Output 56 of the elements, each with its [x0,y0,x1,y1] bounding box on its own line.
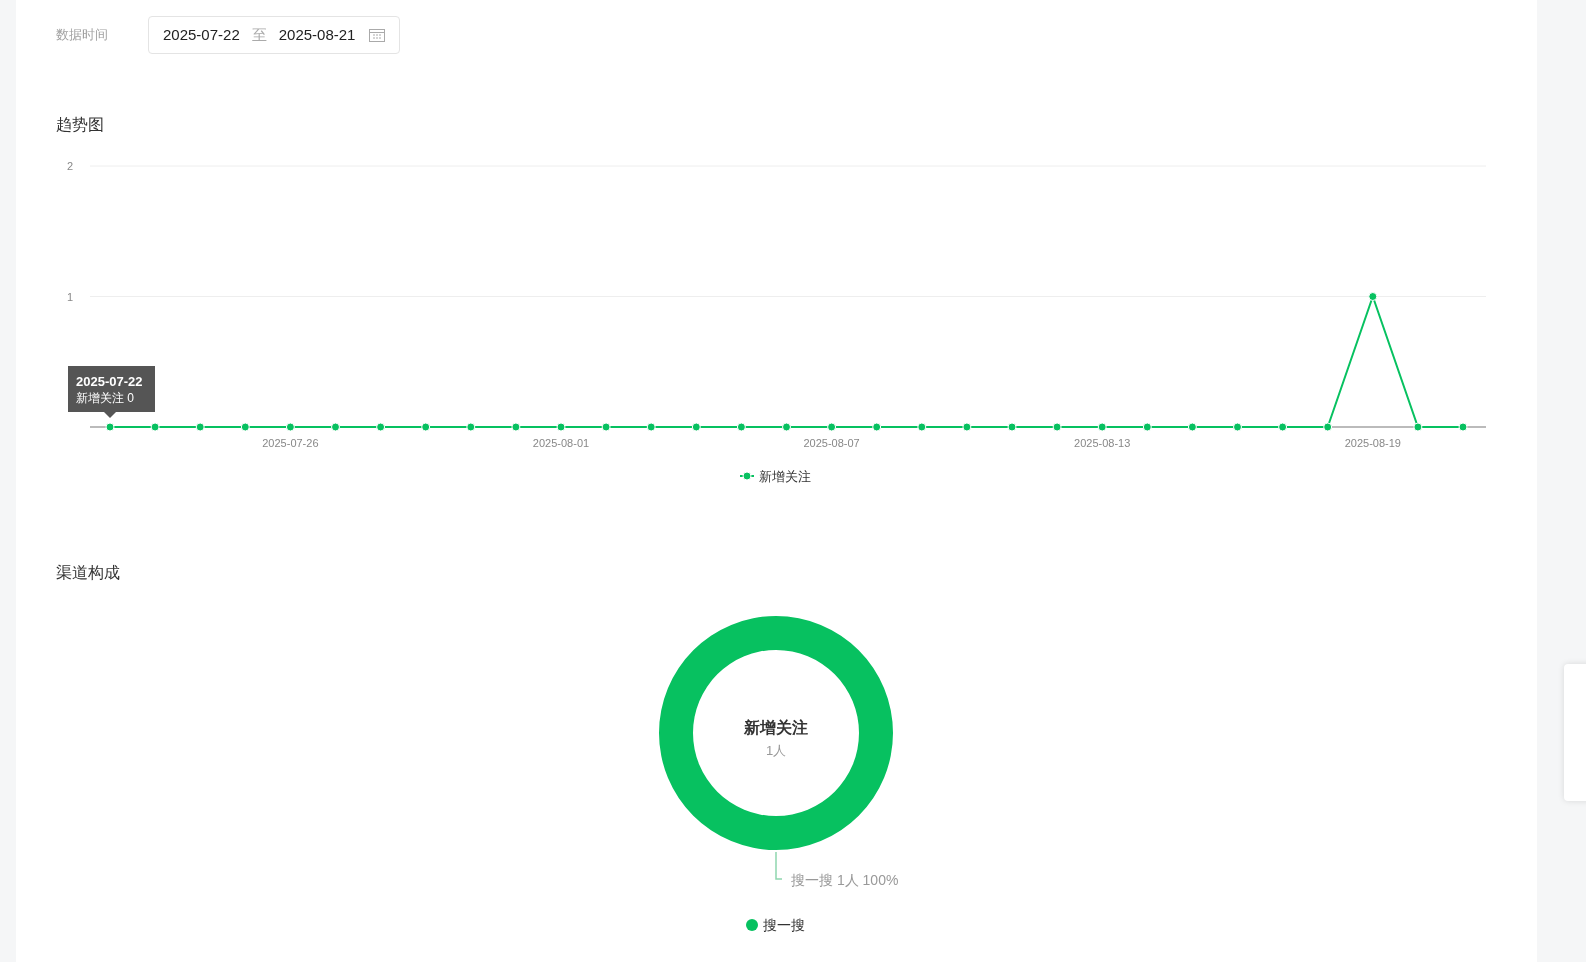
data-point[interactable] [466,422,476,432]
date-range-field[interactable]: 2025-07-22 至 2025-08-21 [148,16,401,54]
data-point[interactable] [105,422,115,432]
data-point[interactable] [1007,422,1017,432]
data-point[interactable] [421,422,431,432]
data-point[interactable] [240,422,250,432]
data-point[interactable] [511,422,521,432]
data-point[interactable] [691,422,701,432]
data-point[interactable] [556,422,566,432]
y-tick-label: 1 [66,290,73,303]
data-point[interactable] [1233,422,1242,432]
data-point[interactable] [1052,422,1062,432]
section-title: 渠道构成 [55,563,121,583]
data-point[interactable] [1187,422,1197,432]
x-tick-label: 2025-08-01 [532,437,590,449]
data-point[interactable] [195,422,205,432]
data-point[interactable] [917,422,927,432]
data-point[interactable] [1142,422,1152,432]
data-point[interactable] [962,422,972,432]
data-point[interactable] [1368,292,1378,301]
data-point[interactable] [601,422,611,432]
range-separator: 至 [251,24,267,45]
slice-label: 搜一搜 1人 100% [791,872,899,888]
data-point[interactable] [1097,422,1107,432]
data-point[interactable] [1278,422,1288,432]
data-point[interactable] [872,422,882,432]
data-point[interactable] [646,422,656,432]
data-point[interactable] [827,422,837,432]
legend-label[interactable]: 新增关注 [759,469,811,484]
data-point[interactable] [1323,422,1333,432]
data-point[interactable] [736,422,746,432]
donut-segment[interactable] [659,616,893,850]
x-tick-label: 2025-08-19 [1344,437,1401,449]
donut-center-title: 新增关注 [744,719,808,736]
x-tick-label: 2025-07-26 [262,437,319,449]
data-point[interactable] [150,422,160,432]
y-tick-label: 2 [66,160,73,172]
x-tick-label: 2025-08-13 [1074,437,1131,449]
section-title: 趋势图 [55,115,105,135]
data-point[interactable] [376,422,386,432]
data-point[interactable] [1413,422,1423,432]
data-point[interactable] [285,422,295,432]
data-point[interactable] [1458,422,1468,432]
donut-center-value: 1人 [765,743,787,758]
x-tick-label: 2025-08-07 [803,437,860,449]
data-point[interactable] [782,422,791,432]
tooltip-text: 新增关注 0 [76,391,134,405]
legend-label[interactable]: 搜一搜 [763,917,805,933]
leader-line [775,851,783,880]
start-date[interactable]: 2025-07-22 [163,23,240,47]
data-point[interactable] [331,422,340,432]
calendar-icon [369,28,386,42]
end-date[interactable]: 2025-08-21 [278,23,356,47]
filter-label: 数据时间 [56,26,109,45]
legend-marker [739,471,755,481]
tooltip-title: 2025-07-22 [76,374,143,389]
